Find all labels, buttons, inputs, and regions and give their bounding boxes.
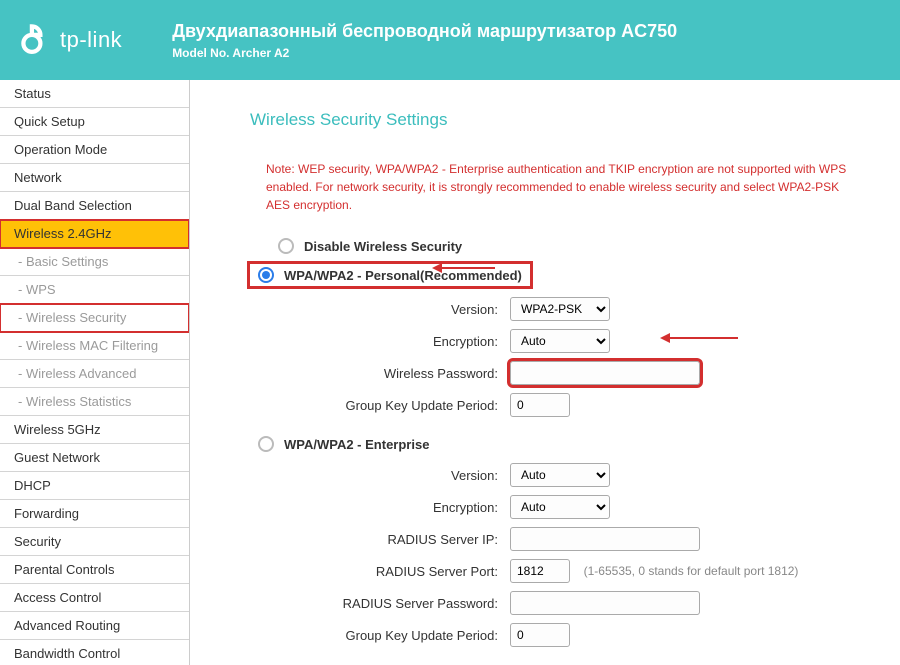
sidebar-item-dhcp[interactable]: DHCP — [0, 472, 189, 500]
label-personal-gkup: Group Key Update Period: — [250, 398, 510, 413]
option-enterprise[interactable]: WPA/WPA2 - Enterprise — [250, 436, 870, 452]
radio-personal[interactable] — [258, 267, 274, 283]
sidebar-item-quick-setup[interactable]: Quick Setup — [0, 108, 189, 136]
sidebar-item-access-control[interactable]: Access Control — [0, 584, 189, 612]
select-personal-encryption[interactable]: Auto — [510, 329, 610, 353]
option-personal[interactable]: WPA/WPA2 - Personal(Recommended) — [250, 264, 870, 286]
select-ent-version[interactable]: Auto — [510, 463, 610, 487]
sidebar-item-status[interactable]: Status — [0, 80, 189, 108]
option-enterprise-label: WPA/WPA2 - Enterprise — [284, 437, 429, 452]
page-title: Wireless Security Settings — [250, 110, 870, 130]
arrow-to-password — [668, 337, 738, 339]
sidebar-item-basic-settings[interactable]: - Basic Settings — [0, 248, 189, 276]
input-wireless-password[interactable] — [510, 361, 700, 385]
sidebar-item-parental-controls[interactable]: Parental Controls — [0, 556, 189, 584]
sidebar-nav: StatusQuick SetupOperation ModeNetworkDu… — [0, 80, 190, 665]
input-ent-gkup[interactable] — [510, 623, 570, 647]
sidebar-item-wireless-5ghz[interactable]: Wireless 5GHz — [0, 416, 189, 444]
select-ent-encryption[interactable]: Auto — [510, 495, 610, 519]
sidebar-item-security[interactable]: Security — [0, 528, 189, 556]
enterprise-fields: Version: Auto Encryption: Auto RADIUS Se… — [250, 462, 870, 648]
hint-radius-port: (1-65535, 0 stands for default port 1812… — [584, 564, 799, 578]
arrow-to-personal-option — [440, 267, 495, 269]
option-personal-label: WPA/WPA2 - Personal(Recommended) — [284, 268, 522, 283]
app-header: tp-link Двухдиапазонный беспроводной мар… — [0, 0, 900, 80]
security-note: Note: WEP security, WPA/WPA2 - Enterpris… — [250, 160, 870, 214]
sidebar-item-operation-mode[interactable]: Operation Mode — [0, 136, 189, 164]
input-radius-port[interactable] — [510, 559, 570, 583]
brand-text: tp-link — [60, 27, 122, 53]
sidebar-item-dual-band-selection[interactable]: Dual Band Selection — [0, 192, 189, 220]
radio-disable[interactable] — [278, 238, 294, 254]
sidebar-item-wireless-advanced[interactable]: - Wireless Advanced — [0, 360, 189, 388]
sidebar-item-wireless-security[interactable]: - Wireless Security — [0, 304, 189, 332]
option-disable[interactable]: Disable Wireless Security — [250, 238, 870, 254]
sidebar-item-wireless-2-4ghz[interactable]: Wireless 2.4GHz — [0, 220, 189, 248]
label-ent-encryption: Encryption: — [250, 500, 510, 515]
label-radius-ip: RADIUS Server IP: — [250, 532, 510, 547]
main-content: Wireless Security Settings Note: WEP sec… — [190, 80, 900, 665]
model-number: Model No. Archer A2 — [172, 46, 677, 60]
personal-fields: Version: WPA2-PSK Encryption: Auto Wirel… — [250, 296, 870, 418]
brand-logo: tp-link — [20, 23, 122, 57]
sidebar-item-wireless-mac-filtering[interactable]: - Wireless MAC Filtering — [0, 332, 189, 360]
product-title: Двухдиапазонный беспроводной маршрутизат… — [172, 21, 677, 42]
sidebar-item-guest-network[interactable]: Guest Network — [0, 444, 189, 472]
sidebar-item-wireless-statistics[interactable]: - Wireless Statistics — [0, 388, 189, 416]
sidebar-item-wps[interactable]: - WPS — [0, 276, 189, 304]
sidebar-item-forwarding[interactable]: Forwarding — [0, 500, 189, 528]
option-disable-label: Disable Wireless Security — [304, 239, 462, 254]
header-title-block: Двухдиапазонный беспроводной маршрутизат… — [172, 21, 677, 60]
sidebar-item-advanced-routing[interactable]: Advanced Routing — [0, 612, 189, 640]
input-radius-pw[interactable] — [510, 591, 700, 615]
tplink-icon — [20, 23, 54, 57]
input-personal-gkup[interactable] — [510, 393, 570, 417]
label-ent-gkup: Group Key Update Period: — [250, 628, 510, 643]
label-wireless-password: Wireless Password: — [250, 366, 510, 381]
radio-enterprise[interactable] — [258, 436, 274, 452]
sidebar-item-network[interactable]: Network — [0, 164, 189, 192]
label-radius-port: RADIUS Server Port: — [250, 564, 510, 579]
sidebar-item-bandwidth-control[interactable]: Bandwidth Control — [0, 640, 189, 665]
label-personal-encryption: Encryption: — [250, 334, 510, 349]
label-ent-version: Version: — [250, 468, 510, 483]
input-radius-ip[interactable] — [510, 527, 700, 551]
label-personal-version: Version: — [250, 302, 510, 317]
label-radius-pw: RADIUS Server Password: — [250, 596, 510, 611]
select-personal-version[interactable]: WPA2-PSK — [510, 297, 610, 321]
